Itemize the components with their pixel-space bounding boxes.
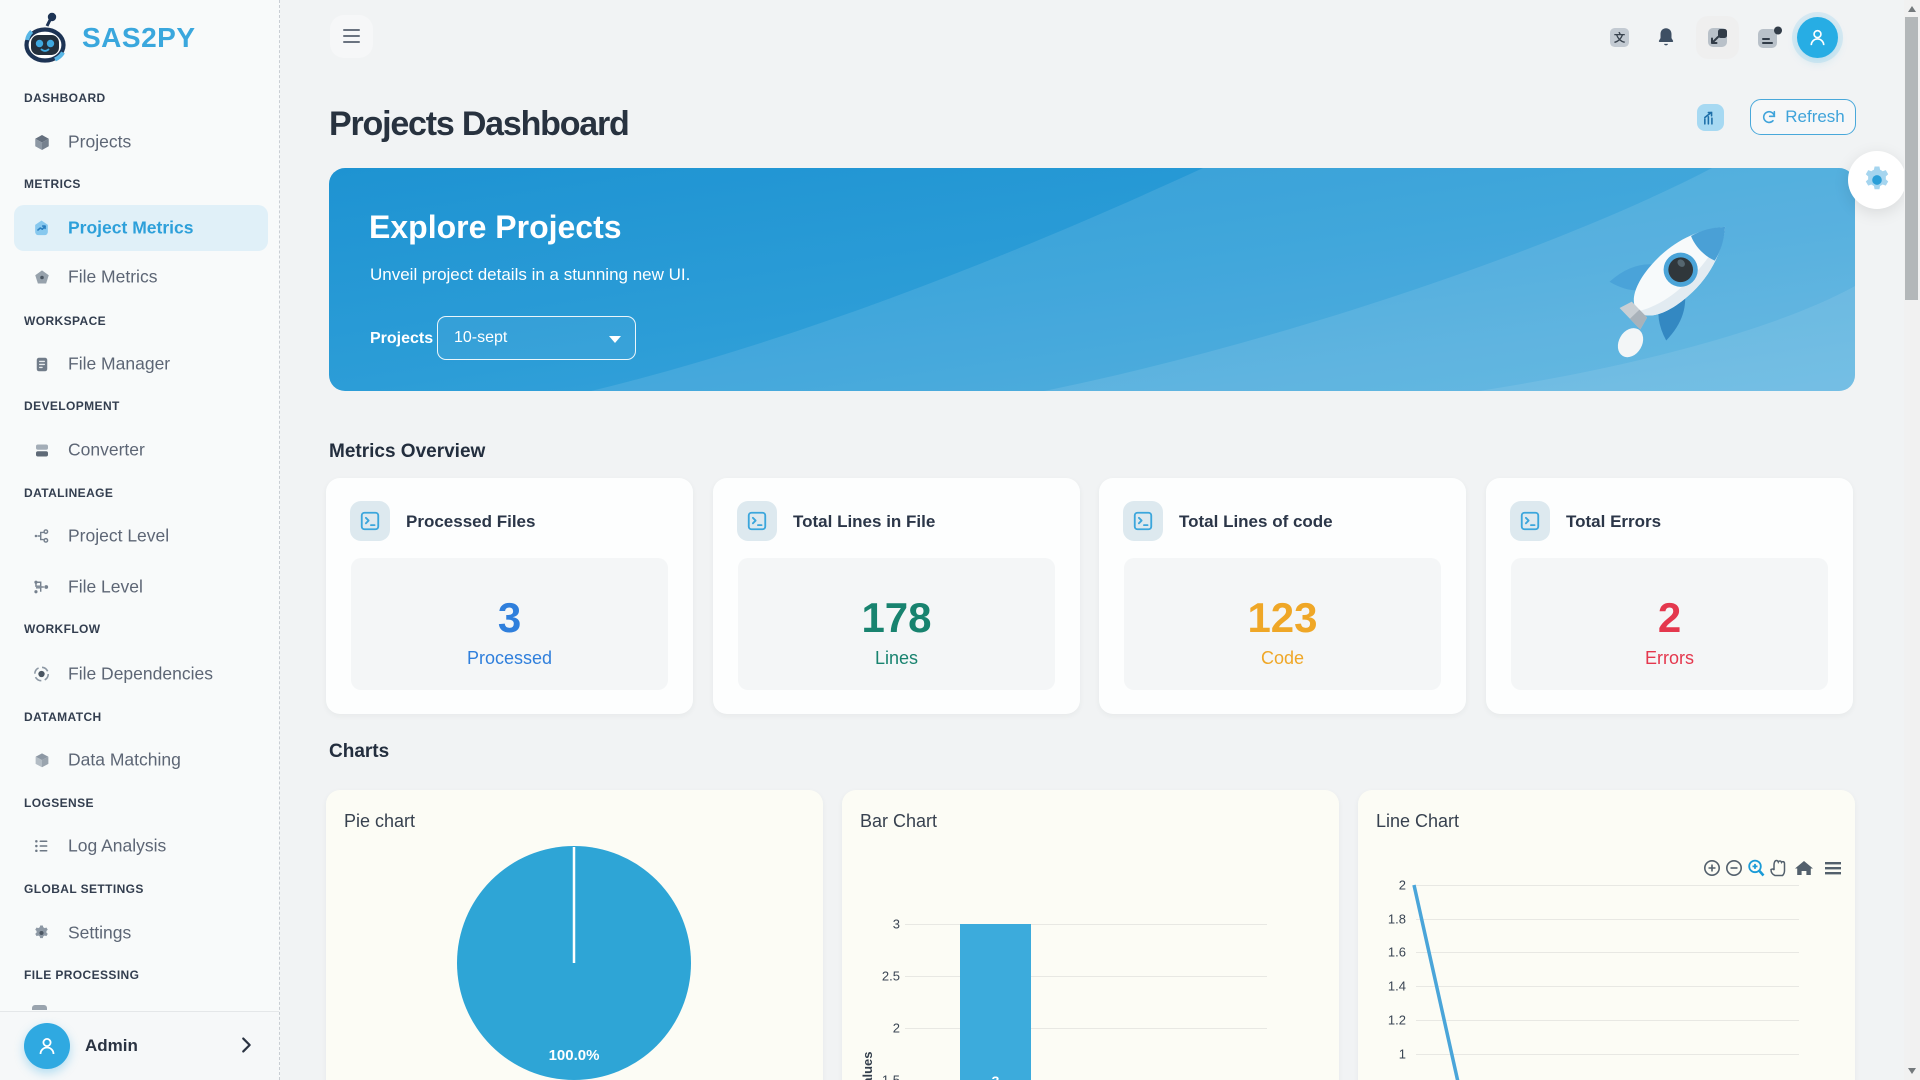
svg-text:100.0%: 100.0% xyxy=(549,1047,600,1064)
svg-text:文: 文 xyxy=(1614,30,1626,44)
